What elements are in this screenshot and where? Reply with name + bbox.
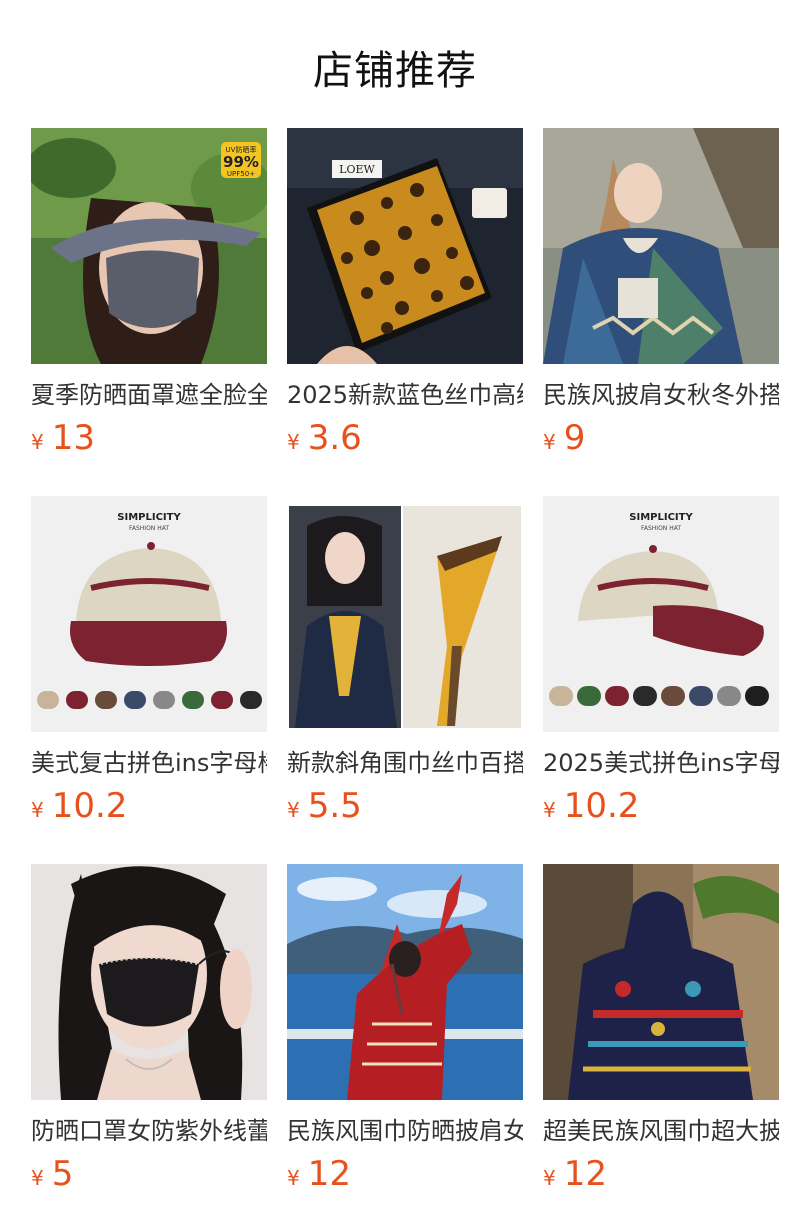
price-value: 9	[563, 418, 586, 458]
product-image-leopard-silk-scarf[interactable]: LOEW	[287, 128, 523, 364]
product-image-ethnic-pattern-shawl[interactable]	[543, 864, 779, 1100]
currency-symbol: ¥	[543, 798, 556, 822]
product-price: ¥3.6	[287, 418, 362, 458]
product-price: ¥5.5	[287, 786, 362, 826]
price-value: 10.2	[51, 786, 128, 826]
price-value: 5.5	[307, 786, 362, 826]
product-name[interactable]: 民族风围巾防晒披肩女	[287, 1113, 523, 1149]
price-value: 10.2	[563, 786, 640, 826]
product-price: ¥12	[543, 1154, 607, 1194]
product-price: ¥10.2	[31, 786, 127, 826]
currency-symbol: ¥	[31, 1166, 44, 1190]
uv-badge-value: 99%	[223, 153, 259, 171]
product-image-red-ethnic-scarf-lake[interactable]	[287, 864, 523, 1100]
product-price: ¥12	[287, 1154, 351, 1194]
product-name[interactable]: 2025美式拼色ins字母帽子	[543, 745, 779, 781]
price-value: 12	[563, 1154, 607, 1194]
box-label: LOEW	[339, 163, 375, 176]
product-name[interactable]: 防晒口罩女防紫外线蕾丝	[31, 1113, 267, 1149]
product-name[interactable]: 2025新款蓝色丝巾高级感	[287, 377, 523, 413]
currency-symbol: ¥	[287, 1166, 300, 1190]
product-image-ethnic-knit-shawl[interactable]	[543, 128, 779, 364]
product-name[interactable]: 夏季防晒面罩遮全脸全脸防紫外线	[31, 377, 267, 413]
currency-symbol: ¥	[287, 430, 300, 454]
currency-symbol: ¥	[287, 798, 300, 822]
product-image-yellow-houndstooth-scarf[interactable]	[287, 496, 523, 732]
brand-label: SIMPLICITY	[117, 512, 181, 523]
product-price: ¥9	[543, 418, 585, 458]
product-name[interactable]: 超美民族风围巾超大披肩	[543, 1113, 779, 1149]
price-value: 12	[307, 1154, 351, 1194]
product-price: ¥10.2	[543, 786, 639, 826]
currency-symbol: ¥	[543, 1166, 556, 1190]
product-name[interactable]: 美式复古拼色ins字母棒球帽	[31, 745, 267, 781]
product-image-lace-face-mask[interactable]	[31, 864, 267, 1100]
product-image-two-tone-baseball-cap[interactable]: SIMPLICITY FASHION HAT	[31, 496, 267, 732]
price-value: 13	[51, 418, 95, 458]
product-name[interactable]: 民族风披肩女秋冬外搭	[543, 377, 779, 413]
uv-badge-sub: UPF50+	[227, 170, 255, 178]
brand-label: SIMPLICITY	[629, 512, 693, 523]
product-name[interactable]: 新款斜角围巾丝巾百搭	[287, 745, 523, 781]
brand-sub-label: FASHION HAT	[641, 525, 681, 532]
product-price: ¥13	[31, 418, 95, 458]
price-value: 5	[51, 1154, 74, 1194]
currency-symbol: ¥	[31, 430, 44, 454]
product-image-two-tone-baseball-cap-alt[interactable]: SIMPLICITY FASHION HAT	[543, 496, 779, 732]
price-value: 3.6	[307, 418, 362, 458]
currency-symbol: ¥	[31, 798, 44, 822]
product-image-sun-visor-mask[interactable]: UV防晒率 99% UPF50+	[31, 128, 267, 364]
product-price: ¥5	[31, 1154, 73, 1194]
page-title: 店铺推荐	[313, 48, 477, 94]
currency-symbol: ¥	[543, 430, 556, 454]
brand-sub-label: FASHION HAT	[129, 525, 169, 532]
